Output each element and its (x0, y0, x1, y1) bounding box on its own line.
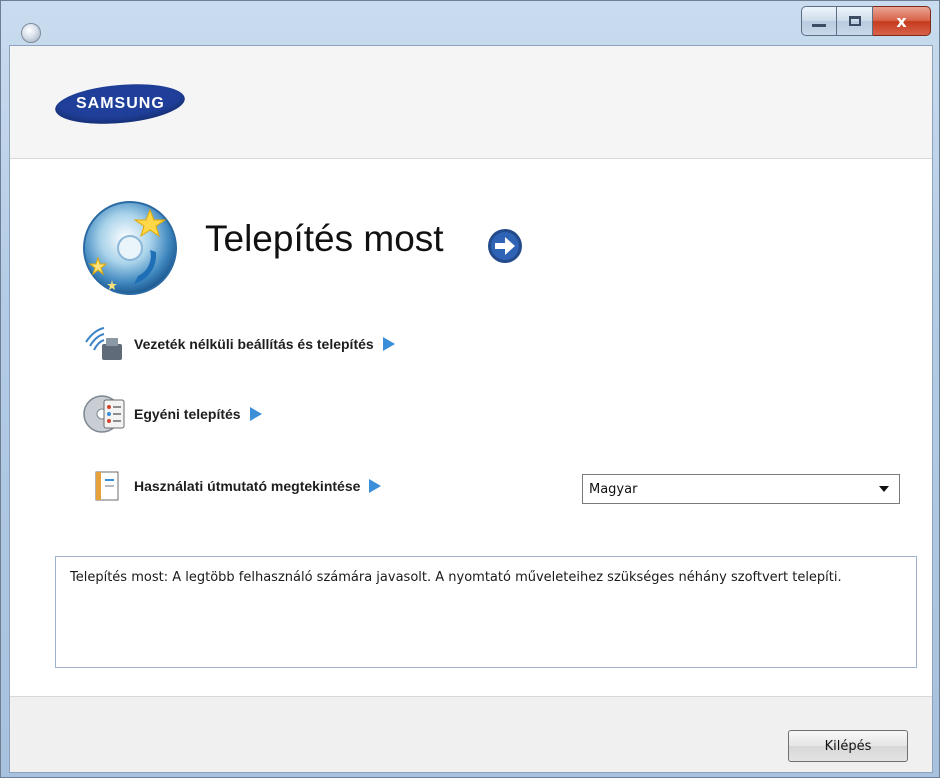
option-user-guide-label: Használati útmutató megtekintése (134, 478, 361, 494)
option-custom-install[interactable]: Egyéni telepítés (80, 392, 263, 436)
samsung-logo: SAMSUNG (53, 79, 187, 129)
option-user-guide-arrow-icon (369, 479, 382, 493)
close-icon: x (896, 11, 907, 31)
description-box: Telepítés most: A legtöbb felhasználó sz… (55, 556, 917, 668)
option-user-guide[interactable]: Használati útmutató megtekintése (80, 464, 382, 508)
option-custom-label: Egyéni telepítés (134, 406, 241, 422)
custom-install-disc-icon (83, 395, 125, 433)
app-icon (21, 23, 41, 43)
user-guide-icon (95, 471, 119, 501)
exit-button[interactable]: Kilépés (788, 730, 908, 762)
close-button[interactable]: x (873, 6, 931, 36)
option-wireless-setup[interactable]: Vezeték nélküli beállítás és telepítés (80, 322, 396, 366)
footer-band: Kilépés (10, 696, 932, 772)
header-band: SAMSUNG (10, 46, 932, 159)
samsung-logo-text: SAMSUNG (75, 95, 165, 112)
language-select[interactable]: Magyar (582, 474, 900, 504)
option-wireless-arrow-icon (382, 337, 395, 351)
maximize-icon (848, 16, 861, 26)
title-bar[interactable]: x (1, 1, 939, 45)
option-wireless-label: Vezeték nélküli beállítás és telepítés (134, 336, 374, 352)
language-select-value: Magyar (589, 481, 638, 497)
minimize-button[interactable] (801, 6, 837, 36)
minimize-icon (812, 23, 826, 27)
maximize-button[interactable] (837, 6, 873, 36)
window-controls: x (801, 6, 931, 36)
client-area: SAMSUNG Telepítés most Vezeték nélküli b… (9, 45, 933, 773)
install-now-title[interactable]: Telepítés most (205, 218, 444, 260)
wireless-icon (85, 327, 122, 360)
installer-window: x SAMSUNG Telepítés most Vezeték nélküli… (0, 0, 940, 778)
chevron-down-icon[interactable] (879, 486, 889, 492)
install-disc-icon (83, 201, 177, 295)
go-arrow-icon[interactable] (486, 227, 524, 265)
option-custom-arrow-icon (249, 407, 262, 421)
